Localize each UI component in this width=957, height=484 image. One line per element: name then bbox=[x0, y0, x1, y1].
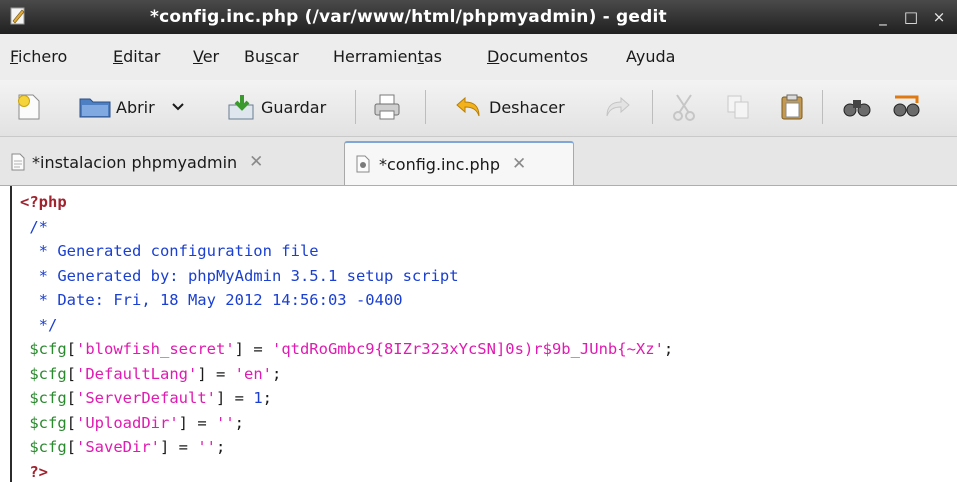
new-document-button[interactable] bbox=[16, 92, 42, 122]
print-button[interactable] bbox=[373, 92, 401, 122]
code-line: * Generated configuration file bbox=[20, 242, 319, 260]
find-replace-icon bbox=[893, 95, 920, 117]
save-label: Guardar bbox=[261, 97, 327, 117]
text-editor[interactable]: <?php /* * Generated configuration file … bbox=[0, 186, 957, 482]
code-line: ?> bbox=[20, 462, 48, 481]
toolbar-separator bbox=[822, 90, 823, 124]
find-button[interactable] bbox=[842, 92, 872, 122]
menu-ver[interactable]: Ver bbox=[193, 47, 219, 66]
find-replace-button[interactable] bbox=[891, 92, 921, 122]
menu-documentos[interactable]: Documentos bbox=[487, 47, 588, 66]
tab-instalacion-phpmyadmin[interactable]: *instalacion phpmyadmin ✕ bbox=[10, 141, 342, 183]
cut-button[interactable] bbox=[671, 92, 697, 122]
code-line: $cfg['ServerDefault'] = 1; bbox=[29, 389, 273, 407]
copy-button[interactable] bbox=[725, 92, 751, 122]
paste-button[interactable] bbox=[779, 92, 805, 122]
tab-bar: *instalacion phpmyadmin ✕ *config.inc.ph… bbox=[0, 137, 957, 186]
menu-herramientas[interactable]: Herramientas bbox=[333, 47, 442, 66]
code-line: /* bbox=[20, 217, 48, 236]
menu-editar[interactable]: Editar bbox=[113, 47, 160, 66]
undo-button[interactable]: Deshacer bbox=[455, 92, 565, 122]
copy-icon bbox=[727, 95, 749, 119]
open-button[interactable]: Abrir bbox=[78, 92, 185, 122]
code-line: * Generated by: phpMyAdmin 3.5.1 setup s… bbox=[20, 266, 459, 285]
toolbar-separator bbox=[425, 90, 426, 124]
save-icon bbox=[228, 95, 254, 120]
undo-icon bbox=[456, 96, 480, 117]
window-titlebar[interactable]: *config.inc.php (/var/www/html/phpmyadmi… bbox=[0, 0, 957, 34]
new-document-icon bbox=[18, 94, 40, 120]
toolbar-separator bbox=[355, 90, 356, 124]
code-line: * Date: Fri, 18 May 2012 14:56:03 -0400 bbox=[20, 291, 403, 309]
menu-bar: Fichero Editar Ver Buscar Herramientas D… bbox=[0, 34, 957, 81]
redo-icon bbox=[606, 96, 630, 117]
gedit-app-icon bbox=[10, 7, 25, 25]
close-window-button[interactable]: × bbox=[931, 8, 947, 26]
window-title: *config.inc.php (/var/www/html/phpmyadmi… bbox=[150, 7, 667, 27]
find-icon bbox=[843, 100, 871, 117]
open-label: Abrir bbox=[116, 97, 155, 117]
code-line: $cfg['DefaultLang'] = 'en'; bbox=[29, 364, 282, 383]
document-icon bbox=[11, 153, 25, 171]
toolbar-separator bbox=[652, 90, 653, 124]
code-line: $cfg['SaveDir'] = ''; bbox=[29, 438, 226, 456]
menu-ayuda[interactable]: Ayuda bbox=[626, 47, 675, 66]
tab-label: *config.inc.php bbox=[379, 154, 500, 174]
menu-fichero[interactable]: Fichero bbox=[10, 47, 67, 66]
code-line: */ bbox=[20, 315, 58, 334]
redo-button[interactable] bbox=[605, 92, 631, 122]
code-line: $cfg['blowfish_secret'] = 'qtdRoGmbc9{8I… bbox=[29, 340, 674, 358]
code-view[interactable]: <?php /* * Generated configuration file … bbox=[20, 190, 673, 484]
maximize-button[interactable]: □ bbox=[903, 8, 919, 26]
undo-label: Deshacer bbox=[489, 97, 565, 117]
code-line: <?php bbox=[20, 193, 67, 211]
php-file-icon bbox=[356, 155, 370, 173]
tab-close-icon[interactable]: ✕ bbox=[249, 152, 263, 172]
open-folder-icon bbox=[79, 98, 111, 118]
paste-icon bbox=[781, 94, 803, 120]
dropdown-arrow-icon[interactable] bbox=[171, 102, 185, 112]
cut-icon bbox=[673, 94, 695, 121]
tab-config-inc-php[interactable]: *config.inc.php ✕ bbox=[344, 141, 574, 185]
tab-close-icon[interactable]: ✕ bbox=[512, 154, 526, 174]
minimize-button[interactable]: _ bbox=[875, 8, 891, 26]
save-button[interactable]: Guardar bbox=[227, 92, 326, 122]
editor-left-border bbox=[10, 186, 12, 482]
tab-label: *instalacion phpmyadmin bbox=[32, 152, 238, 172]
code-line: $cfg['UploadDir'] = ''; bbox=[29, 413, 245, 432]
menu-buscar[interactable]: Buscar bbox=[244, 47, 299, 66]
toolbar: Abrir Guardar Deshacer bbox=[0, 80, 957, 137]
print-icon bbox=[374, 94, 400, 120]
